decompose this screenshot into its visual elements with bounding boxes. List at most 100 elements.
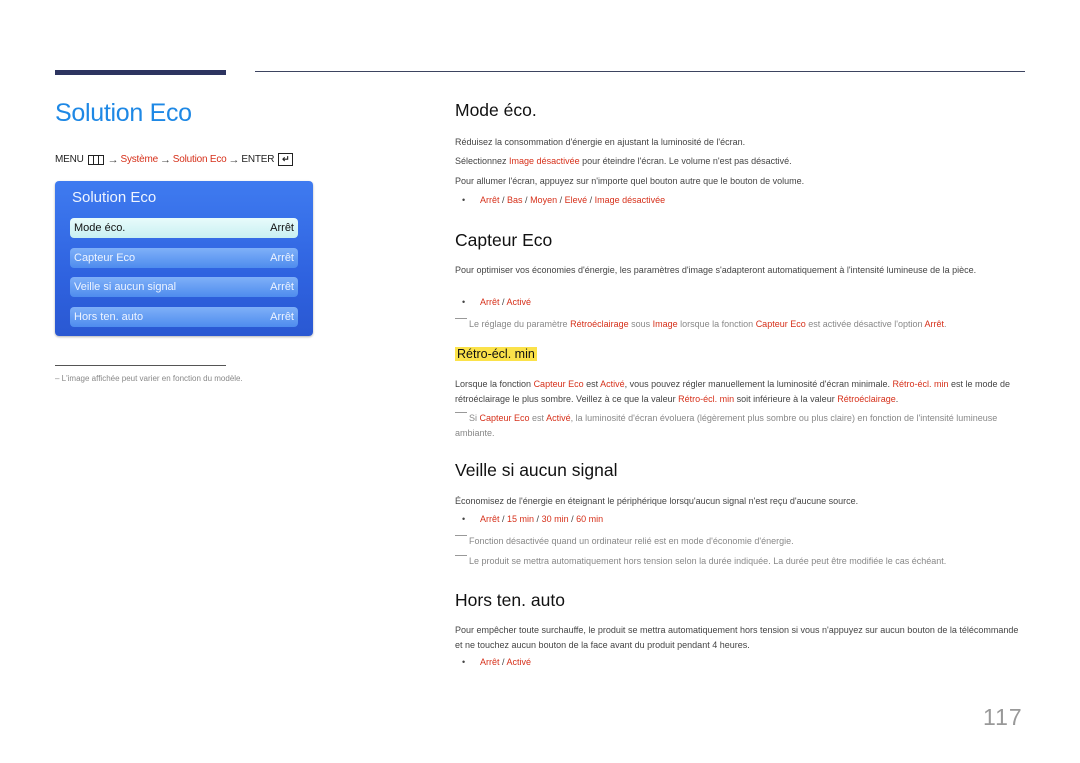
separator: / xyxy=(522,195,531,205)
menu-path: MENU → Système → Solution Eco → ENTER ↵ xyxy=(55,153,294,166)
text: sous xyxy=(628,319,653,329)
capteur-eco-options: • Arrêt / Activé xyxy=(462,297,531,307)
text: Lorsque la fonction xyxy=(455,379,534,389)
option: Image désactivée xyxy=(594,195,666,205)
highlight: Activé xyxy=(600,379,625,389)
separator: / xyxy=(499,297,507,307)
note-dash-icon xyxy=(455,555,467,556)
retro-min-note: Si Capteur Eco est Activé, la luminosité… xyxy=(455,411,1020,441)
menu-path-solution-eco: Solution Eco xyxy=(172,154,227,165)
capteur-eco-note: Le réglage du paramètre Rétroéclairage s… xyxy=(455,317,1020,332)
option: 30 min xyxy=(541,514,569,524)
page-number: 117 xyxy=(983,704,1023,730)
separator: / xyxy=(568,514,577,524)
highlight: Capteur Eco xyxy=(479,413,530,423)
option: 15 min xyxy=(507,514,535,524)
osd-item-value: Arrêt xyxy=(270,281,294,293)
mode-eco-paragraph-2: Sélectionnez Image désactivée pour étein… xyxy=(455,154,1020,169)
text: Le réglage du paramètre xyxy=(469,319,571,329)
subsection-title-retro-min: Rétro-écl. min xyxy=(455,347,537,361)
osd-item-mode-eco: Mode éco. Arrêt xyxy=(70,218,298,238)
osd-item-capteur-eco: Capteur Eco Arrêt xyxy=(70,248,298,268)
veille-paragraph: Économisez de l'énergie en éteignant le … xyxy=(455,496,859,506)
highlight: Rétroéclairage xyxy=(837,393,896,404)
menu-label: MENU xyxy=(55,154,84,165)
text: , vous pouvez régler manuellement la lum… xyxy=(624,379,893,389)
veille-note-2: Le produit se mettra automatiquement hor… xyxy=(455,554,1020,569)
text: lorsque la fonction xyxy=(677,319,756,329)
section-title-hors-ten: Hors ten. auto xyxy=(455,590,565,610)
header-rule xyxy=(255,71,1025,72)
separator: / xyxy=(499,195,508,205)
option: 60 min xyxy=(576,514,604,524)
footnote-rule xyxy=(55,365,226,366)
osd-item-veille: Veille si aucun signal Arrêt xyxy=(70,277,298,297)
page-title: Solution Eco xyxy=(55,99,192,127)
osd-item-label: Veille si aucun signal xyxy=(74,281,177,293)
menu-icon xyxy=(87,154,104,165)
hors-ten-paragraph: Pour empêcher toute surchauffe, le produ… xyxy=(455,625,1019,650)
osd-item-value: Arrêt xyxy=(270,311,294,323)
veille-options: • Arrêt / 15 min / 30 min / 60 min xyxy=(462,514,603,524)
highlight: Arrêt xyxy=(924,319,945,329)
note-dash-icon xyxy=(455,535,467,536)
section-title-veille: Veille si aucun signal xyxy=(455,460,618,480)
hors-ten-options: • Arrêt / Activé xyxy=(462,657,531,667)
osd-item-label: Capteur Eco xyxy=(74,252,136,264)
option: Arrêt xyxy=(480,514,500,524)
option: Bas xyxy=(507,195,523,205)
osd-item-value: Arrêt xyxy=(270,252,294,264)
footnote: – L'image affichée peut varier en foncti… xyxy=(55,374,243,383)
text: est activée désactive l'option xyxy=(805,319,925,329)
highlight: Capteur Eco xyxy=(533,379,584,389)
osd-item-label: Hors ten. auto xyxy=(74,311,144,323)
text: Le produit se mettra automatiquement hor… xyxy=(469,556,947,566)
option: Arrêt xyxy=(480,297,500,307)
mode-eco-paragraph-3: Pour allumer l'écran, appuyez sur n'impo… xyxy=(455,176,805,186)
note-dash-icon xyxy=(455,318,467,319)
menu-path-systeme: Système xyxy=(120,154,158,165)
highlight: Capteur Eco xyxy=(755,319,806,329)
header-accent-bar xyxy=(55,70,226,75)
highlight: Rétro-écl. min xyxy=(678,393,735,404)
separator: / xyxy=(557,195,565,205)
option: Moyen xyxy=(530,195,558,205)
text: pour éteindre l'écran. Le volume n'est p… xyxy=(579,156,792,166)
highlight: Activé xyxy=(546,413,571,423)
arrow-icon: → xyxy=(228,153,240,166)
osd-menu-screenshot: Solution Eco Mode éco. Arrêt Capteur Eco… xyxy=(55,181,313,336)
option: Arrêt xyxy=(480,657,500,667)
osd-item-hors-ten: Hors ten. auto Arrêt xyxy=(70,307,298,327)
note-dash-icon xyxy=(455,412,467,413)
mode-eco-options: • Arrêt / Bas / Moyen / Elevé / Image dés… xyxy=(462,195,665,205)
separator: / xyxy=(534,514,542,524)
option: Activé xyxy=(506,657,532,667)
section-title-capteur-eco: Capteur Eco xyxy=(455,230,553,250)
highlight: Rétroéclairage xyxy=(570,319,629,329)
option: Elevé xyxy=(564,195,588,205)
capteur-eco-paragraph: Pour optimiser vos économies d'énergie, … xyxy=(455,265,977,275)
option: Activé xyxy=(506,297,532,307)
highlight: Image désactivée xyxy=(509,156,580,166)
enter-label: ENTER xyxy=(241,154,275,165)
arrow-icon: → xyxy=(107,153,119,166)
text: . xyxy=(895,393,899,404)
section-title-mode-eco: Mode éco. xyxy=(455,100,537,120)
osd-title: Solution Eco xyxy=(72,189,157,206)
bullet-icon: • xyxy=(462,514,466,524)
separator: / xyxy=(499,514,508,524)
separator: / xyxy=(499,657,507,667)
osd-item-value: Arrêt xyxy=(270,222,294,234)
text: . xyxy=(944,319,947,329)
enter-icon: ↵ xyxy=(278,153,294,166)
veille-note-1: Fonction désactivée quand un ordinateur … xyxy=(455,534,1020,549)
separator: / xyxy=(587,195,595,205)
arrow-icon: → xyxy=(159,153,171,166)
retro-min-paragraph: Lorsque la fonction Capteur Eco est Acti… xyxy=(455,377,1020,406)
text: Sélectionnez xyxy=(455,156,510,166)
text: Fonction désactivée quand un ordinateur … xyxy=(469,536,794,546)
text: Si xyxy=(469,413,480,423)
bullet-icon: • xyxy=(462,195,466,205)
osd-item-label: Mode éco. xyxy=(74,222,126,234)
text: est xyxy=(529,413,547,423)
